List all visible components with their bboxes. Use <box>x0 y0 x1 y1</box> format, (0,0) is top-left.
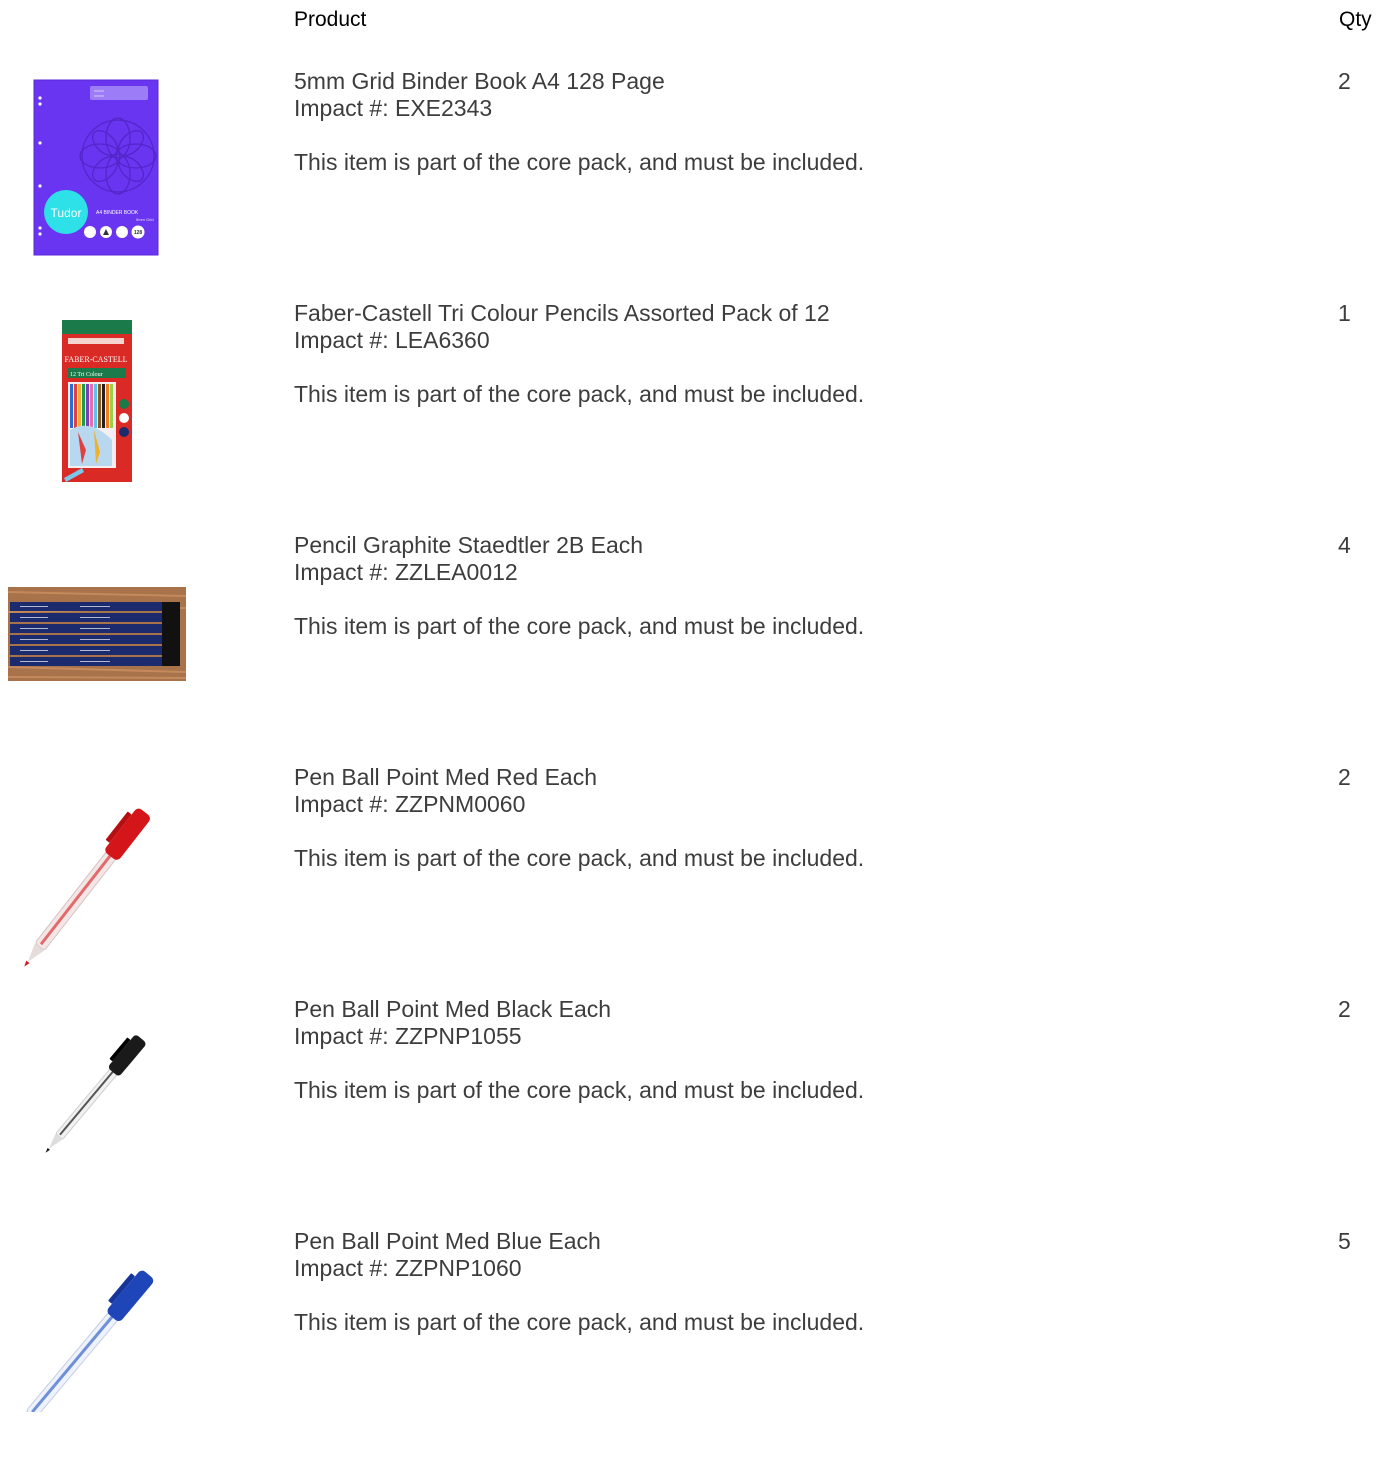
quantity-value: 5 <box>1338 1228 1351 1254</box>
product-name[interactable]: Pencil Graphite Staedtler 2B Each <box>294 532 643 559</box>
product-row: FABER-CASTELL 12 Tri Colour Faber-Castel… <box>0 300 1396 532</box>
product-row: Pen Ball Point Med Red Each Impact #: ZZ… <box>0 764 1396 996</box>
graphite-pencils-image[interactable] <box>0 532 200 752</box>
core-pack-note: This item is part of the core pack, and … <box>294 613 865 639</box>
colour-pencils-box-image[interactable]: FABER-CASTELL 12 Tri Colour <box>0 300 200 520</box>
product-name[interactable]: Pen Ball Point Med Blue Each <box>294 1228 601 1255</box>
product-name[interactable]: Pen Ball Point Med Black Each <box>294 996 611 1023</box>
product-name[interactable]: Faber-Castell Tri Colour Pencils Assorte… <box>294 300 830 327</box>
impact-code: Impact #: LEA6360 <box>294 327 490 353</box>
quantity-value: 2 <box>1338 68 1351 94</box>
black-ballpoint-pen-image[interactable] <box>0 996 200 1216</box>
impact-code: Impact #: EXE2343 <box>294 95 493 121</box>
table-header: Product Qty <box>0 8 1396 38</box>
product-name[interactable]: Pen Ball Point Med Red Each <box>294 764 597 791</box>
product-name[interactable]: 5mm Grid Binder Book A4 128 Page <box>294 68 665 95</box>
core-pack-note: This item is part of the core pack, and … <box>294 1309 865 1335</box>
blue-ballpoint-pen-image[interactable] <box>0 1228 200 1448</box>
impact-code: Impact #: ZZPNP1055 <box>294 1023 522 1049</box>
product-row: Pen Ball Point Med Blue Each Impact #: Z… <box>0 1228 1396 1460</box>
core-pack-note: This item is part of the core pack, and … <box>294 845 865 871</box>
quantity-value: 2 <box>1338 996 1351 1022</box>
quantity-value: 2 <box>1338 764 1351 790</box>
tudor-brand-text: Tudor <box>51 206 82 220</box>
faber-brand-text: FABER-CASTELL <box>65 355 128 364</box>
binder-cover-text: A4 BINDER BOOK <box>96 210 139 216</box>
quantity-value: 1 <box>1338 300 1351 326</box>
product-row: Pen Ball Point Med Black Each Impact #: … <box>0 996 1396 1228</box>
product-row: Tudor A4 BINDER BOOK 5mm Grid 128 5mm Gr… <box>0 68 1396 300</box>
quantity-value: 4 <box>1338 532 1351 558</box>
qty-column-header: Qty <box>1339 8 1372 31</box>
core-pack-note: This item is part of the core pack, and … <box>294 149 865 175</box>
faber-cover-text: 12 Tri Colour <box>70 372 103 378</box>
impact-code: Impact #: ZZPNM0060 <box>294 791 526 817</box>
binder-sub-text: 5mm Grid <box>136 217 154 222</box>
core-pack-note: This item is part of the core pack, and … <box>294 1077 865 1103</box>
product-column-header: Product <box>294 8 367 31</box>
core-pack-note: This item is part of the core pack, and … <box>294 381 865 407</box>
binder-book-image[interactable]: Tudor A4 BINDER BOOK 5mm Grid 128 <box>0 68 200 288</box>
impact-code: Impact #: ZZLEA0012 <box>294 559 518 585</box>
impact-code: Impact #: ZZPNP1060 <box>294 1255 522 1281</box>
product-row: Pencil Graphite Staedtler 2B Each Impact… <box>0 532 1396 764</box>
red-ballpoint-pen-image[interactable] <box>0 764 200 984</box>
page-count-badge: 128 <box>134 230 143 236</box>
